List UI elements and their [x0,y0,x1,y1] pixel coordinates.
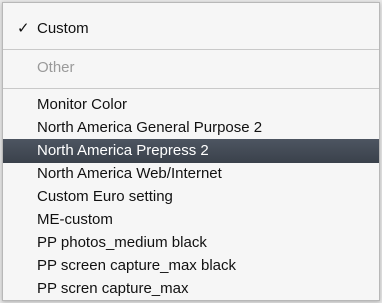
menu-item-label: Other [37,59,75,76]
menu-item-pp-scren-capture-max[interactable]: PP scren capture_max [3,277,379,300]
menu-item-label: ME-custom [37,211,113,228]
menu-item-monitor-color[interactable]: Monitor Color [3,93,379,117]
checkmark-icon: ✓ [17,20,30,37]
menu-item-pp-screen-capture-max-black[interactable]: PP screen capture_max black [3,254,379,278]
menu-item-label: North America Prepress 2 [37,142,209,159]
menu-item-me-custom[interactable]: ME-custom [3,208,379,232]
menu-item-custom-euro-setting[interactable]: Custom Euro setting [3,185,379,209]
menu-item-label: Custom Euro setting [37,188,173,205]
menu-item-north-america-web-internet[interactable]: North America Web/Internet [3,162,379,186]
menu-item-label: PP screen capture_max black [37,257,236,274]
menu-item-label: PP photos_medium black [37,234,207,251]
menu-item-label: North America General Purpose 2 [37,119,263,136]
menu-separator [3,88,379,89]
menu-item-label: Monitor Color [37,96,128,113]
menu-item-other: Other [3,56,379,80]
menu-separator [3,49,379,50]
menu-item-label: Custom [37,20,89,37]
menu-item-label: North America Web/Internet [37,165,222,182]
menu-item-custom[interactable]: ✓ Custom [3,17,379,41]
menu-item-north-america-prepress-2[interactable]: North America Prepress 2 [3,139,379,163]
color-settings-dropdown-menu: ✓ Custom Other Monitor Color North Ameri… [2,2,380,301]
menu-item-north-america-general-purpose-2[interactable]: North America General Purpose 2 [3,116,379,140]
menu-item-pp-photos-medium-black[interactable]: PP photos_medium black [3,231,379,255]
menu-item-label: PP scren capture_max [37,280,189,297]
